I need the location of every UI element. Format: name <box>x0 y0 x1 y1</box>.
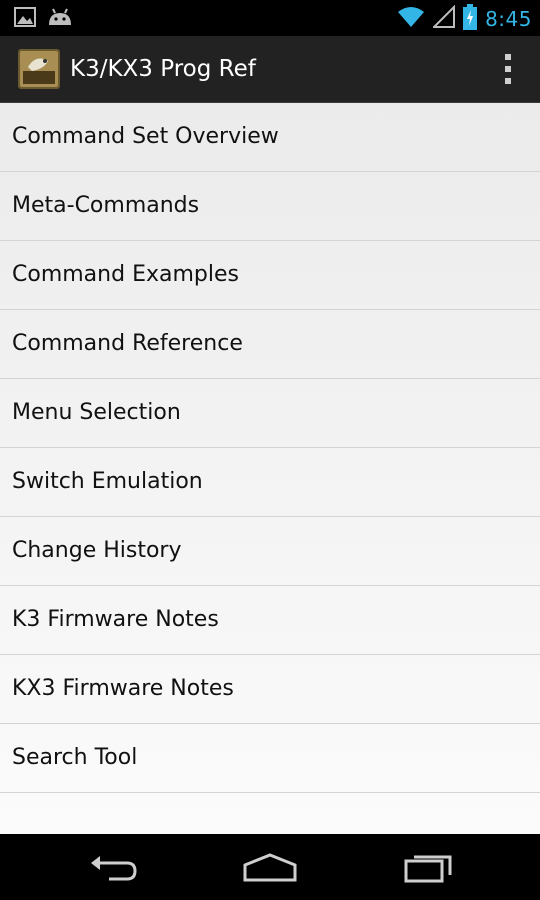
list-item[interactable]: KX3 Firmware Notes <box>0 655 540 724</box>
recent-apps-icon[interactable] <box>398 847 458 887</box>
list-item-label: Menu Selection <box>12 400 181 425</box>
list-item[interactable]: Change History <box>0 517 540 586</box>
list-item-label: Command Reference <box>12 331 243 356</box>
list-item[interactable]: Menu Selection <box>0 379 540 448</box>
list-item-label: Change History <box>12 538 182 563</box>
list-item-label: Meta-Commands <box>12 193 200 218</box>
android-icon <box>46 7 74 31</box>
list-item[interactable]: Meta-Commands <box>0 172 540 241</box>
list-item-label: Command Examples <box>12 262 239 287</box>
list-item-label: K3 Firmware Notes <box>12 607 219 632</box>
app-title: K3/KX3 Prog Ref <box>70 56 256 82</box>
back-icon[interactable] <box>83 847 143 887</box>
app-logo-icon[interactable] <box>18 49 60 89</box>
list-item[interactable]: Command Examples <box>0 241 540 310</box>
list-item[interactable]: K3 Firmware Notes <box>0 586 540 655</box>
list-item-label: Search Tool <box>12 745 138 770</box>
list-item[interactable]: Search Tool <box>0 724 540 793</box>
screen: 8:45 K3/KX3 Prog Ref Command Set Overvie… <box>0 0 540 900</box>
battery-charging-icon <box>463 4 478 34</box>
status-clock: 8:45 <box>485 7 532 31</box>
navigation-bar <box>0 834 540 900</box>
status-bar: 8:45 <box>0 0 540 36</box>
list-item[interactable]: Command Set Overview <box>0 103 540 172</box>
signal-icon <box>431 4 456 33</box>
image-icon <box>14 7 36 31</box>
list-item[interactable]: Switch Emulation <box>0 448 540 517</box>
list-item-label: Switch Emulation <box>12 469 203 494</box>
action-bar: K3/KX3 Prog Ref <box>0 36 540 103</box>
list-item-label: KX3 Firmware Notes <box>12 676 234 701</box>
overflow-menu-icon[interactable] <box>502 54 514 84</box>
home-icon[interactable] <box>240 847 300 887</box>
menu-list: Command Set Overview Meta-Commands Comma… <box>0 103 540 834</box>
list-item[interactable]: Command Reference <box>0 310 540 379</box>
wifi-icon <box>397 5 425 33</box>
list-item-label: Command Set Overview <box>12 124 279 149</box>
